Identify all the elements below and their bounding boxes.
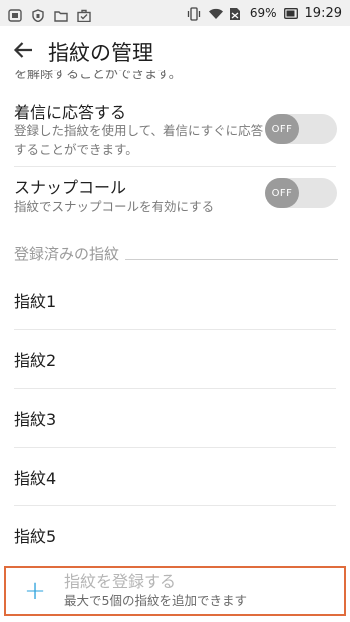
fingerprint-item-2[interactable]: 指紋2 — [14, 330, 336, 388]
setting-description: 登録した指紋を使用して、着信にすぐに応答することができます。 — [14, 123, 264, 157]
add-fingerprint-button[interactable]: + 指紋を登録する 最大で5個の指紋を追加できます — [4, 566, 346, 616]
wifi-icon — [208, 7, 223, 20]
fingerprint-label: 指紋4 — [14, 469, 57, 488]
truncated-description: を解除することができます。 — [14, 70, 182, 82]
fingerprint-item-1[interactable]: 指紋1 — [14, 271, 336, 329]
volume-icon — [8, 7, 22, 22]
toggle-knob: OFF — [265, 114, 299, 144]
fingerprint-item-5[interactable]: 指紋5 — [14, 506, 336, 564]
folder-icon — [54, 7, 68, 22]
shield-icon — [31, 7, 45, 22]
fingerprint-label: 指紋2 — [14, 351, 57, 370]
page-title: 指紋の管理 — [48, 41, 153, 65]
briefcase-icon — [77, 7, 91, 22]
setting-title: スナップコール — [14, 178, 127, 197]
setting-title: 着信に応答する — [14, 103, 127, 122]
snap-call-toggle[interactable]: OFF — [265, 178, 337, 208]
no-sim-icon — [229, 7, 243, 20]
battery-percentage: 69% — [249, 6, 277, 20]
section-header: 登録済みの指紋 — [14, 243, 338, 264]
fingerprint-item-4[interactable]: 指紋4 — [14, 448, 336, 506]
add-fingerprint-subtitle: 最大で5個の指紋を追加できます — [64, 593, 247, 608]
answer-call-toggle[interactable]: OFF — [265, 114, 337, 144]
divider — [14, 166, 336, 167]
setting-description: 指紋でスナップコールを有効にする — [14, 199, 215, 214]
section-label: 登録済みの指紋 — [14, 245, 120, 263]
fingerprint-label: 指紋3 — [14, 410, 57, 429]
toggle-knob: OFF — [265, 178, 299, 208]
status-bar: 69% 19:29 — [0, 0, 350, 26]
fingerprint-item-3[interactable]: 指紋3 — [14, 389, 336, 447]
status-time: 19:29 — [304, 5, 342, 21]
setting-answer-call[interactable]: 着信に応答する 登録した指紋を使用して、着信にすぐに応答することができます。 O… — [0, 96, 350, 166]
vibrate-icon — [187, 6, 201, 21]
section-divider — [125, 259, 338, 260]
fingerprint-label: 指紋1 — [14, 292, 57, 311]
battery-icon — [283, 7, 298, 20]
setting-snap-call[interactable]: スナップコール 指紋でスナップコールを有効にする OFF — [0, 170, 350, 230]
plus-icon: + — [24, 576, 46, 606]
arrow-left-icon — [13, 41, 33, 63]
add-fingerprint-title: 指紋を登録する — [64, 572, 177, 591]
fingerprint-label: 指紋5 — [14, 527, 57, 546]
